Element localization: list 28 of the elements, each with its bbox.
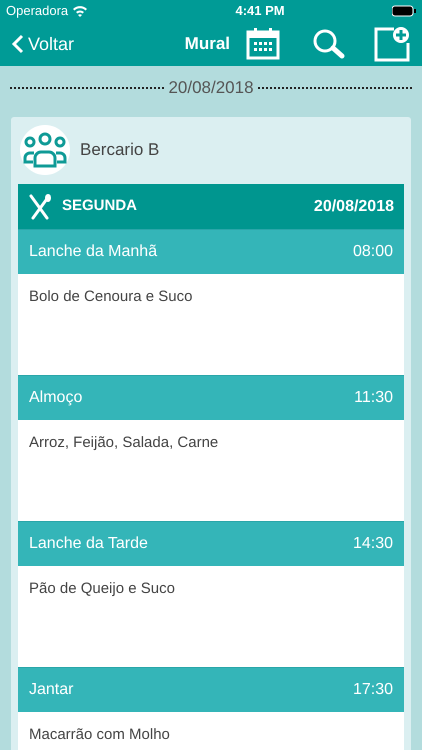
clock-time: 4:41 PM xyxy=(236,2,285,20)
meal-time: 08:00 xyxy=(352,242,393,262)
meal-menu: Arroz, Feijão, Salada, Carne xyxy=(29,434,218,451)
meal-time: 11:30 xyxy=(354,388,393,408)
battery-icon xyxy=(392,5,416,17)
back-button[interactable]: Voltar xyxy=(12,30,74,58)
carrier-name: Operadora xyxy=(6,2,68,20)
meal-name: Jantar xyxy=(29,680,74,700)
weekday-label: SEGUNDA xyxy=(62,196,138,216)
add-note-icon[interactable] xyxy=(374,26,410,62)
meal-menu: Pão de Queijo e Suco xyxy=(29,580,175,597)
meal-name: Almoço xyxy=(29,388,82,408)
meal-time: 17:30 xyxy=(352,680,393,700)
page-title: Mural xyxy=(184,33,230,56)
meal-name: Lanche da Manhã xyxy=(29,242,158,262)
calendar-icon[interactable] xyxy=(246,28,280,60)
meal-name: Lanche da Tarde xyxy=(29,534,148,554)
wifi-icon xyxy=(72,5,88,17)
date-label: 20/08/2018 xyxy=(168,77,254,100)
cutlery-icon xyxy=(28,194,52,220)
meal-menu: Macarrão com Molho xyxy=(29,726,170,743)
day-date: 20/08/2018 xyxy=(314,196,394,216)
search-icon[interactable] xyxy=(312,29,346,59)
meal-time: 14:30 xyxy=(352,534,393,554)
chevron-left-icon xyxy=(12,34,24,54)
meal-menu: Bolo de Cenoura e Suco xyxy=(29,288,192,305)
group-name: Bercario B xyxy=(80,139,160,162)
people-icon xyxy=(22,132,68,168)
